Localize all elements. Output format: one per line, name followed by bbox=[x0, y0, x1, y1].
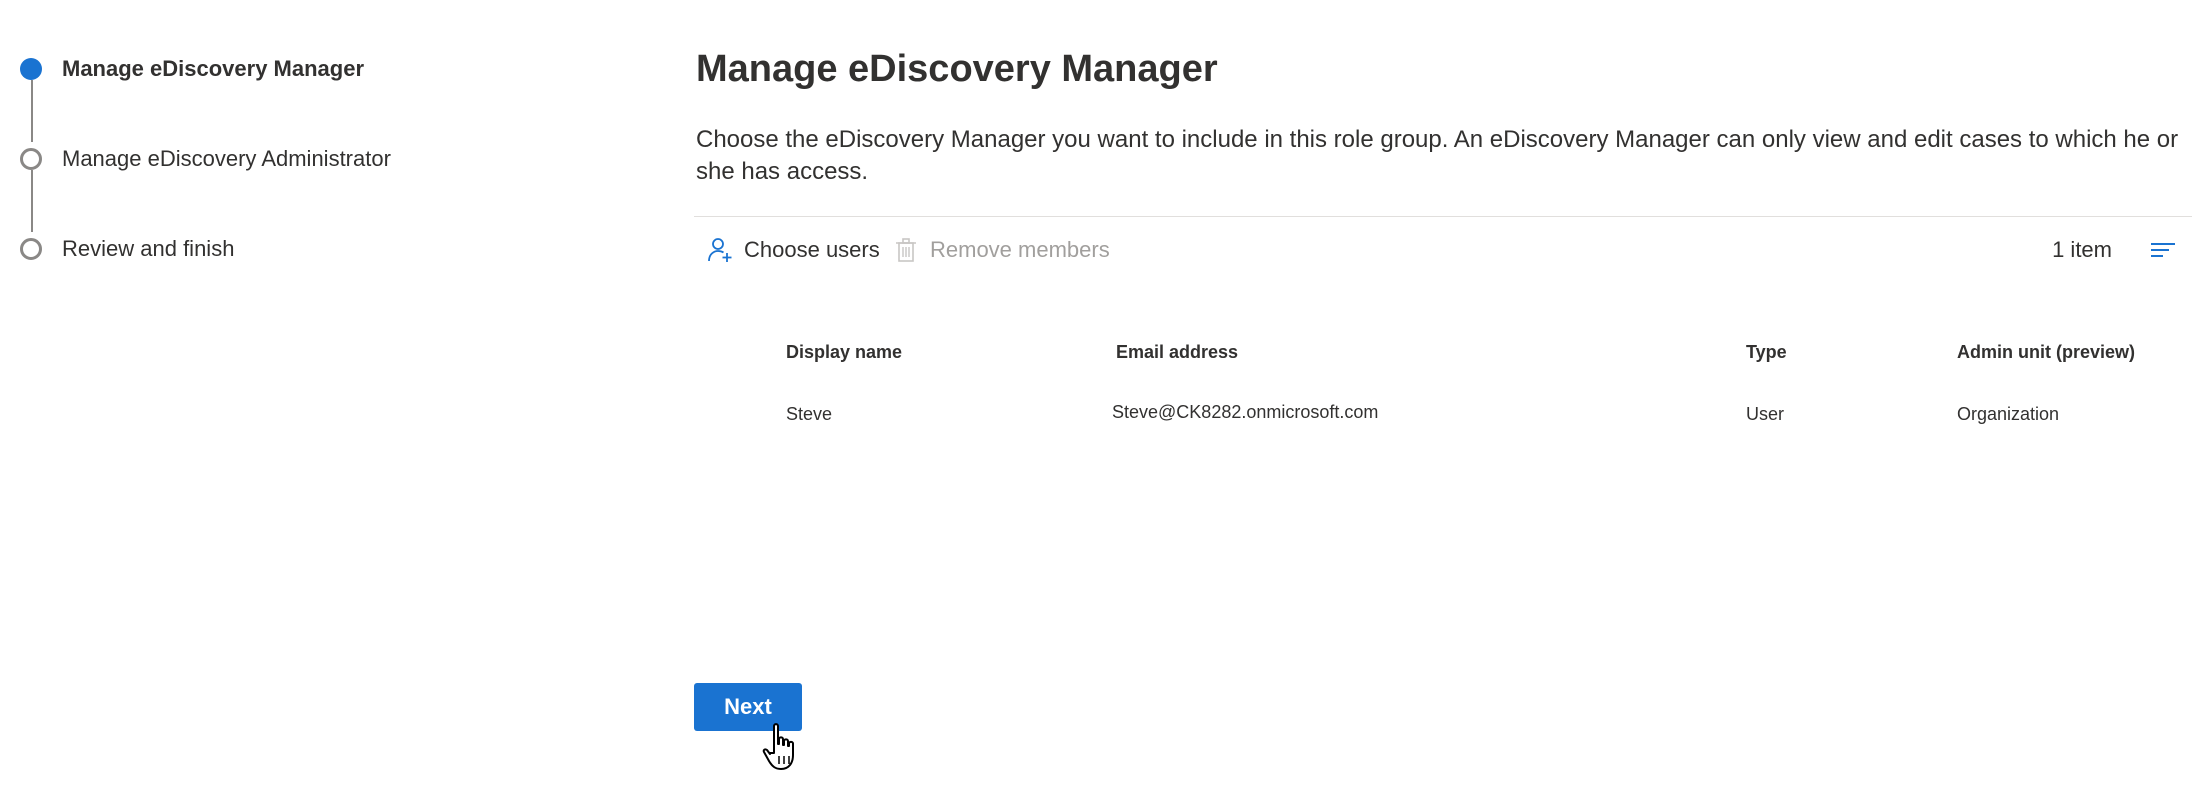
cell-email-address: Steve@CK8282.onmicrosoft.com bbox=[1112, 402, 1379, 422]
step-review-and-finish[interactable]: Review and finish bbox=[20, 232, 234, 266]
step-label: Manage eDiscovery Administrator bbox=[62, 146, 391, 171]
column-header-display-name[interactable]: Display name bbox=[786, 342, 902, 363]
trash-icon bbox=[892, 236, 920, 264]
wizard-stepper: Manage eDiscovery Manager Manage eDiscov… bbox=[0, 0, 660, 790]
choose-users-button[interactable]: Choose users bbox=[706, 228, 880, 272]
step-upcoming-indicator bbox=[20, 238, 42, 260]
cell-admin-unit: Organization bbox=[1957, 404, 2060, 424]
step-upcoming-indicator bbox=[20, 148, 42, 170]
filter-button[interactable] bbox=[2148, 236, 2178, 264]
column-header-email-address[interactable]: Email address bbox=[1116, 342, 1238, 363]
step-manage-ediscovery-manager[interactable]: Manage eDiscovery Manager bbox=[20, 52, 364, 86]
step-connector bbox=[31, 80, 33, 142]
divider bbox=[694, 216, 2192, 217]
cell-type: User bbox=[1746, 404, 1785, 424]
step-manage-ediscovery-administrator[interactable]: Manage eDiscovery Administrator bbox=[20, 142, 391, 176]
step-label: Manage eDiscovery Manager bbox=[62, 56, 365, 81]
remove-members-label: Remove members bbox=[930, 237, 1110, 262]
next-button[interactable]: Next bbox=[694, 683, 802, 731]
page-description: Choose the eDiscovery Manager you want t… bbox=[696, 126, 2179, 185]
step-label: Review and finish bbox=[62, 236, 235, 261]
column-header-admin-unit[interactable]: Admin unit (preview) bbox=[1957, 342, 2135, 363]
filter-lines-icon bbox=[2148, 243, 2178, 267]
choose-users-label: Choose users bbox=[744, 237, 880, 262]
cell-display-name: Steve bbox=[786, 404, 833, 424]
command-bar: Choose users Remove members 1 item bbox=[694, 228, 2192, 272]
add-person-icon bbox=[706, 236, 734, 264]
remove-members-button[interactable]: Remove members bbox=[892, 228, 1110, 272]
page-title: Manage eDiscovery Manager bbox=[696, 48, 1218, 90]
column-header-type[interactable]: Type bbox=[1746, 342, 1787, 363]
main-panel: Manage eDiscovery Manager Choose the eDi… bbox=[694, 0, 2192, 790]
item-count: 1 item bbox=[2052, 237, 2112, 262]
step-connector bbox=[31, 170, 33, 232]
step-current-indicator bbox=[20, 58, 42, 80]
